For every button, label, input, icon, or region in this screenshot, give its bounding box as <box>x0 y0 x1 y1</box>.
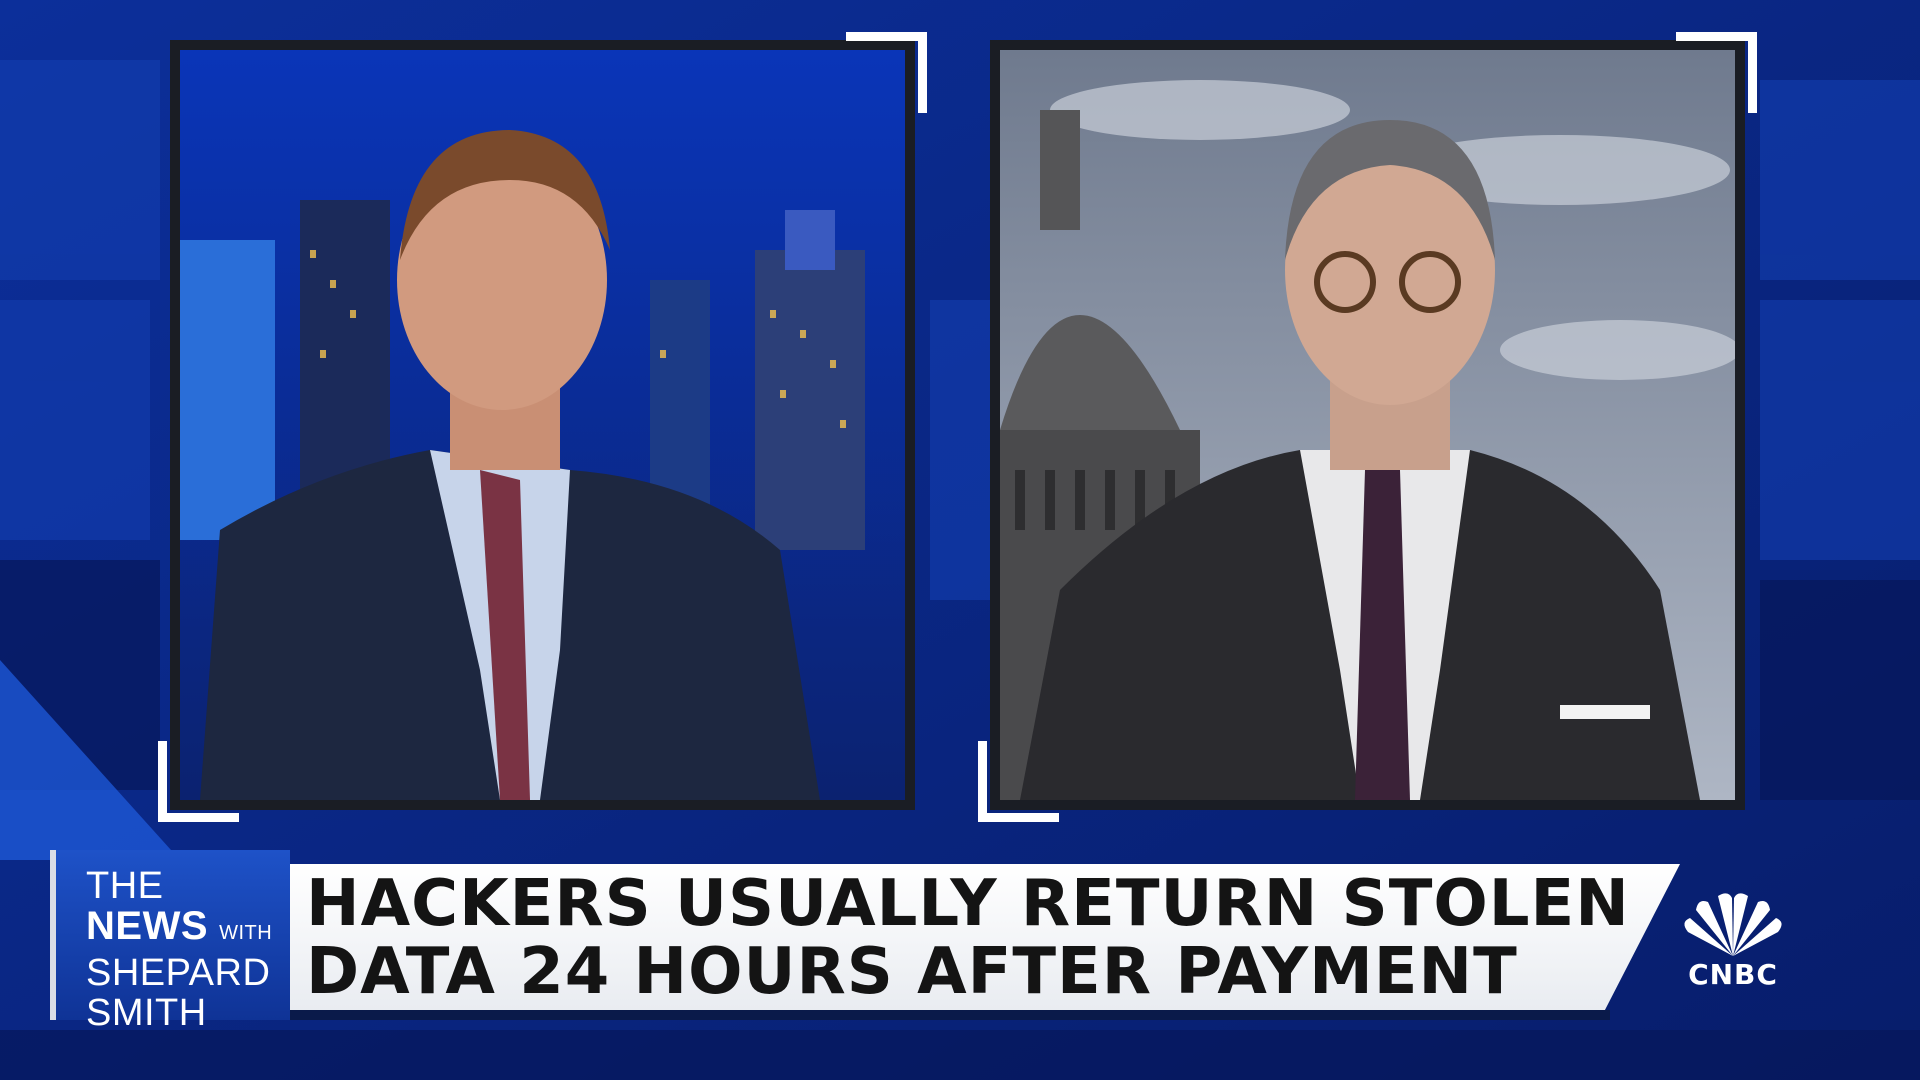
show-logo: THE NEWS WITH SHEPARD SMITH <box>50 850 290 1033</box>
peacock-icon <box>1684 893 1782 956</box>
guest-video-panel <box>978 32 1757 822</box>
anchor-video-feed <box>180 50 905 800</box>
cnbc-logo: CNBC <box>1668 892 1798 1002</box>
anchor-video-panel <box>158 32 927 822</box>
cnbc-wordmark: CNBC <box>1688 958 1778 991</box>
guest-video-feed <box>1000 50 1735 800</box>
show-logo-line-news: NEWS <box>86 904 208 948</box>
headline-box: HACKERS USUALLY RETURN STOLEN DATA 24 HO… <box>290 864 1680 1010</box>
show-logo-line-shepard: SHEPARD <box>86 952 271 994</box>
lower-third-banner: THE NEWS WITH SHEPARD SMITH HACKERS USUA… <box>0 850 1920 1033</box>
headline-underbar <box>290 1010 1610 1020</box>
show-logo-line-smith: SMITH <box>86 992 207 1034</box>
headline-line-1: HACKERS USUALLY RETURN STOLEN <box>306 867 1630 941</box>
headline-line-2: DATA 24 HOURS AFTER PAYMENT <box>306 935 1518 1009</box>
show-logo-line-with: WITH <box>219 922 273 944</box>
show-logo-line-the: THE <box>86 865 164 907</box>
